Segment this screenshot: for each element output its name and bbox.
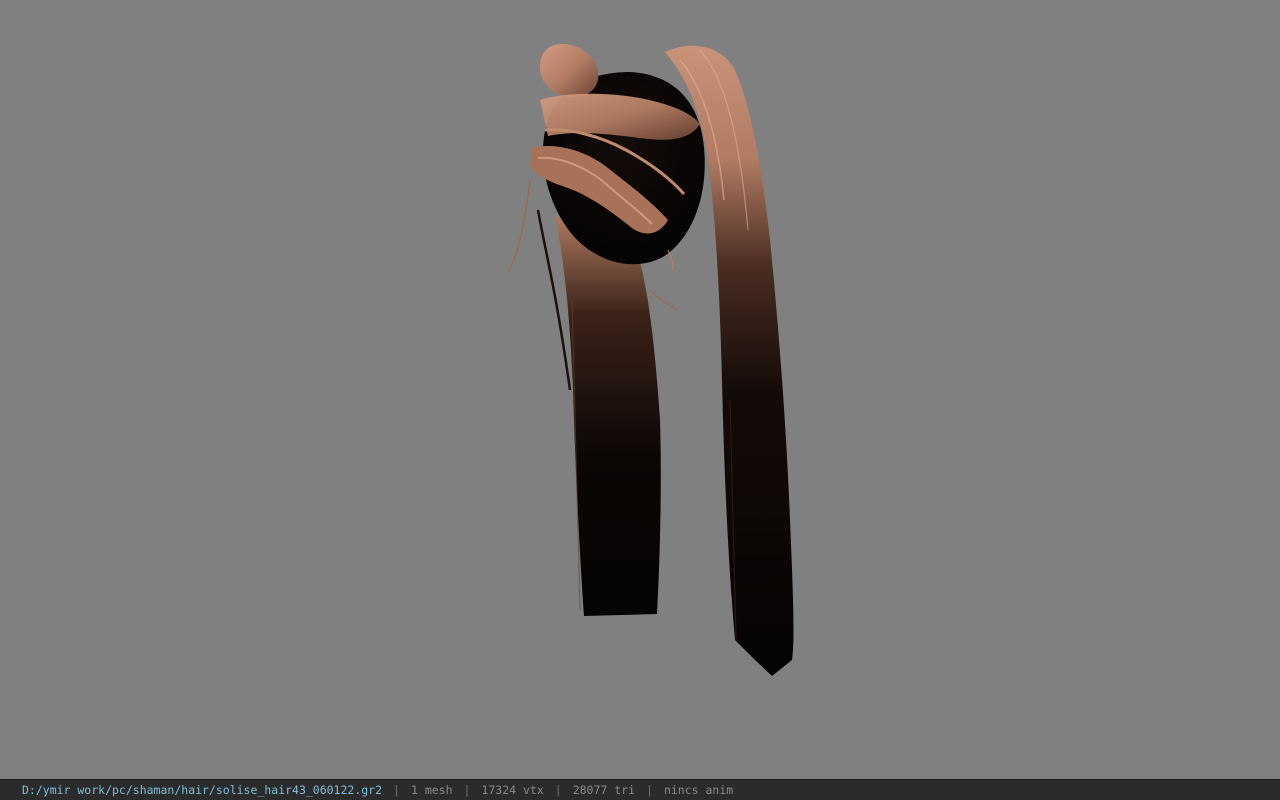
3d-viewport[interactable]	[0, 0, 1280, 779]
model-file-path: D:/ymir work/pc/shaman/hair/solise_hair4…	[22, 783, 383, 797]
flyaway-strand-4	[667, 249, 674, 271]
status-separator: |	[554, 783, 562, 797]
left-front-strands	[555, 215, 661, 616]
left-bun	[540, 43, 599, 98]
flyaway-strand-1	[507, 179, 531, 273]
hair-model-render	[507, 43, 794, 677]
status-separator: |	[393, 783, 400, 797]
triangle-count: 28077 tri	[572, 783, 636, 797]
status-bar: D:/ymir work/pc/shaman/hair/solise_hair4…	[0, 779, 1280, 800]
vertex-count: 17324 vtx	[481, 783, 544, 797]
status-separator: |	[463, 783, 471, 797]
flyaway-strand-3	[649, 289, 679, 311]
animation-status: nincs anim	[663, 783, 734, 797]
status-separator: |	[646, 783, 653, 797]
mesh-count: 1 mesh	[410, 783, 453, 797]
